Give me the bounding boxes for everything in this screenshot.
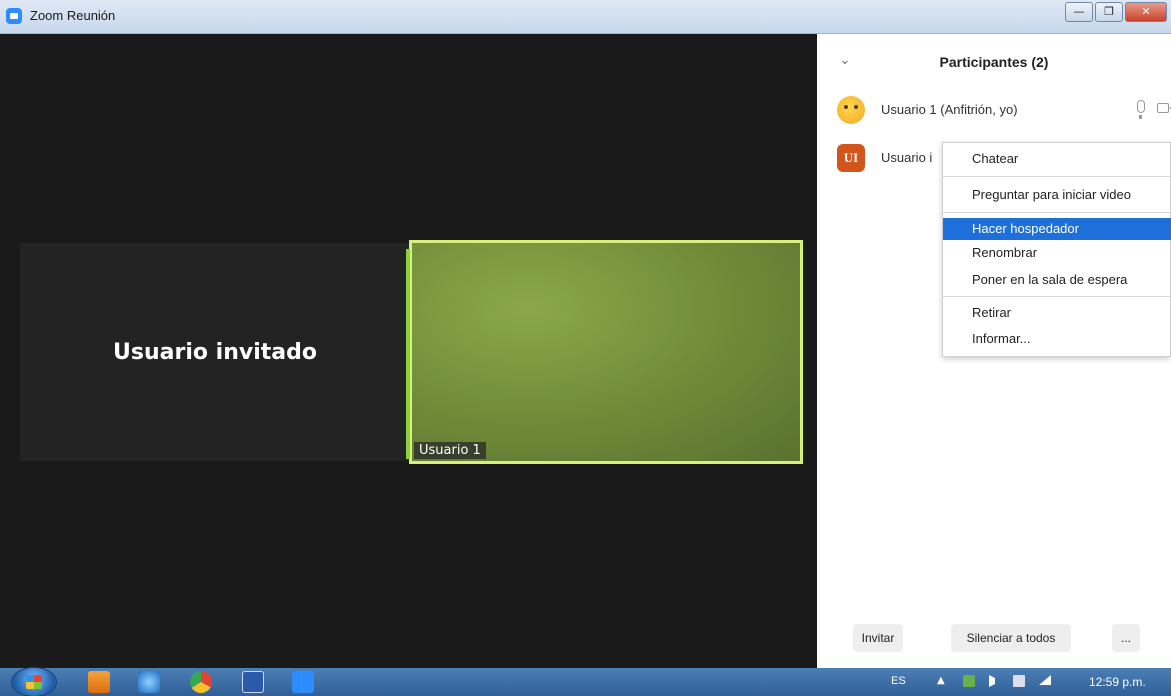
invite-button[interactable]: Invitar xyxy=(853,624,903,652)
menu-item-chat[interactable]: Chatear xyxy=(943,148,1171,170)
security-icon[interactable] xyxy=(963,675,975,687)
participant-name: Usuario 1 (Anfitrión, yo) xyxy=(881,102,1018,117)
mute-all-button[interactable]: Silenciar a todos xyxy=(951,624,1071,652)
menu-item-ask-start-video[interactable]: Preguntar para iniciar video xyxy=(943,184,1171,206)
language-indicator[interactable]: ES xyxy=(891,675,906,687)
zoom-app-icon xyxy=(6,8,22,24)
volume-icon[interactable] xyxy=(989,675,995,687)
participant-context-menu: Chatear Preguntar para iniciar video Hac… xyxy=(942,142,1171,357)
power-icon[interactable] xyxy=(1013,675,1025,687)
restore-button[interactable]: ❐ xyxy=(1095,2,1123,22)
window-titlebar: Zoom Reunión — ❐ ✕ xyxy=(0,0,1171,34)
menu-item-remove[interactable]: Retirar xyxy=(943,302,1171,324)
taskbar-clock[interactable]: 12:59 p.m. xyxy=(1089,675,1146,689)
zoom-icon[interactable] xyxy=(292,671,314,693)
menu-separator xyxy=(943,296,1171,297)
initials-avatar: UI xyxy=(837,144,865,172)
window-title: Zoom Reunión xyxy=(30,8,116,23)
close-button[interactable]: ✕ xyxy=(1125,2,1167,22)
thinking-emoji-avatar xyxy=(837,96,865,124)
internet-explorer-icon[interactable] xyxy=(138,671,160,693)
menu-item-waiting-room[interactable]: Poner en la sala de espera xyxy=(943,269,1171,291)
word-icon[interactable] xyxy=(242,671,264,693)
participant-name: Usuario i xyxy=(881,150,933,165)
self-tile-label: Usuario 1 xyxy=(414,442,486,459)
menu-item-rename[interactable]: Renombrar xyxy=(943,242,1171,264)
menu-separator xyxy=(943,176,1171,177)
network-signal-icon[interactable] xyxy=(1039,675,1051,685)
microphone-icon[interactable] xyxy=(1137,100,1145,119)
menu-item-make-host[interactable]: Hacer hospedador xyxy=(943,218,1171,240)
minimize-button[interactable]: — xyxy=(1065,2,1093,22)
start-button[interactable] xyxy=(12,668,56,696)
menu-item-report[interactable]: Informar... xyxy=(943,328,1171,350)
show-hidden-icons-icon[interactable]: ▲ xyxy=(937,675,949,687)
participant-row[interactable]: Usuario 1 (Anfitrión, yo) xyxy=(837,96,1171,126)
video-camera-icon[interactable] xyxy=(1157,103,1171,113)
system-tray: ES ▲ 12:59 p.m. xyxy=(881,668,1171,696)
guest-video-tile[interactable]: Usuario invitado xyxy=(20,243,410,461)
window-controls: — ❐ ✕ xyxy=(1065,2,1167,22)
menu-separator xyxy=(943,212,1171,213)
media-player-icon[interactable] xyxy=(88,671,110,693)
windows-taskbar: ES ▲ 12:59 p.m. xyxy=(0,668,1171,696)
video-area: Usuario invitado Usuario 1 xyxy=(0,34,817,668)
participants-footer: Invitar Silenciar a todos ... xyxy=(817,624,1171,658)
self-video-tile[interactable]: Usuario 1 xyxy=(406,240,803,464)
guest-tile-name: Usuario invitado xyxy=(113,339,317,365)
more-options-button[interactable]: ... xyxy=(1112,624,1140,652)
participants-title: Participantes (2) xyxy=(939,54,1049,70)
chrome-icon[interactable] xyxy=(190,671,212,693)
